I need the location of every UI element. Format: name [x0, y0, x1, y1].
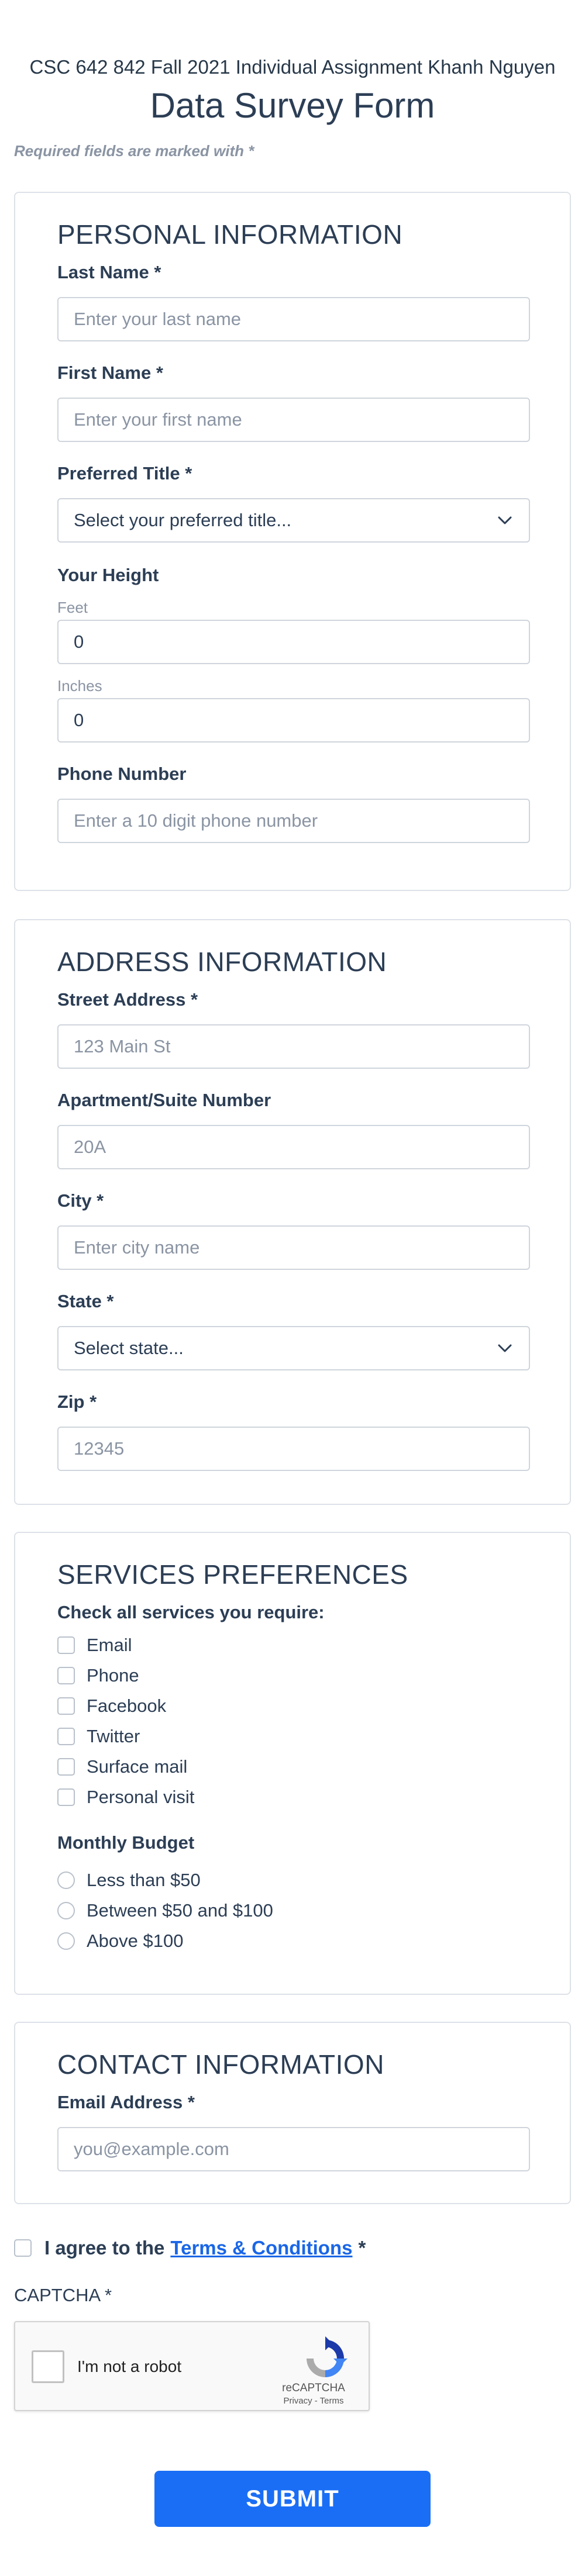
apt-label: Apartment/Suite Number — [57, 1090, 271, 1110]
city-input[interactable] — [57, 1225, 530, 1270]
services-section: SERVICES PREFERENCES Check all services … — [14, 1532, 571, 1995]
required-note: Required fields are marked with * — [14, 142, 254, 160]
feet-label: Feet — [57, 599, 88, 616]
recaptcha-text: I'm not a robot — [77, 2357, 182, 2375]
feet-input[interactable] — [57, 620, 530, 664]
last-name-label: Last Name * — [57, 262, 161, 282]
height-label: Your Height — [57, 565, 159, 585]
personal-section: PERSONAL INFORMATION Last Name * First N… — [14, 192, 571, 891]
service-option-label: Facebook — [87, 1696, 167, 1716]
budget-option-label: Above $100 — [87, 1931, 184, 1951]
budget-label: Monthly Budget — [57, 1832, 195, 1853]
service-option-label: Phone — [87, 1665, 139, 1686]
recaptcha-logo-icon — [302, 2335, 349, 2382]
service-option[interactable]: Phone — [57, 1664, 139, 1687]
inches-label: Inches — [57, 677, 102, 695]
recaptcha-widget: I'm not a robot reCAPTCHA Privacy - Term… — [14, 2321, 370, 2411]
street-label: Street Address * — [57, 989, 198, 1010]
service-option[interactable]: Surface mail — [57, 1755, 187, 1779]
checkbox[interactable] — [57, 1697, 75, 1715]
captcha-label: CAPTCHA * — [14, 2285, 112, 2305]
budget-option-label: Less than $50 — [87, 1870, 201, 1890]
service-option-label: Surface mail — [87, 1756, 188, 1777]
preferred-title-value: Select your preferred title... — [74, 510, 292, 530]
checkbox[interactable] — [57, 1636, 75, 1654]
recaptcha-brand: reCAPTCHA — [282, 2382, 345, 2394]
terms-link[interactable]: Terms & Conditions — [170, 2237, 352, 2259]
phone-label: Phone Number — [57, 764, 187, 784]
email-label: Email Address * — [57, 2092, 195, 2112]
city-label: City * — [57, 1190, 104, 1211]
street-input[interactable] — [57, 1024, 530, 1069]
service-option-label: Personal visit — [87, 1787, 195, 1807]
services-check-label: Check all services you require: — [57, 1602, 325, 1622]
service-option[interactable]: Facebook — [57, 1694, 166, 1718]
email-input[interactable] — [57, 2127, 530, 2171]
apt-input[interactable] — [57, 1125, 530, 1169]
state-value: Select state... — [74, 1338, 184, 1358]
preferred-title-select[interactable]: Select your preferred title... — [57, 498, 530, 543]
checkbox[interactable] — [57, 1758, 75, 1776]
service-option[interactable]: Email — [57, 1634, 132, 1657]
budget-option[interactable]: Between $50 and $100 — [57, 1899, 273, 1922]
address-section: ADDRESS INFORMATION Street Address * Apa… — [14, 919, 571, 1505]
last-name-input[interactable] — [57, 297, 530, 341]
inches-input[interactable] — [57, 698, 530, 743]
radio[interactable] — [57, 1871, 75, 1889]
state-select[interactable]: Select state... — [57, 1326, 530, 1370]
section-title: CONTACT INFORMATION — [57, 2049, 384, 2080]
zip-label: Zip * — [57, 1391, 97, 1412]
zip-input[interactable] — [57, 1427, 530, 1471]
terms-row: I agree to the Terms & Conditions * — [14, 2237, 366, 2259]
state-label: State * — [57, 1291, 114, 1311]
terms-checkbox[interactable] — [14, 2239, 32, 2257]
service-option-label: Email — [87, 1635, 132, 1655]
radio[interactable] — [57, 1902, 75, 1919]
preferred-title-label: Preferred Title * — [57, 463, 192, 484]
service-option[interactable]: Twitter — [57, 1725, 140, 1748]
recaptcha-checkbox[interactable] — [32, 2350, 64, 2383]
checkbox[interactable] — [57, 1667, 75, 1684]
terms-required-mark: * — [358, 2237, 366, 2259]
first-name-input[interactable] — [57, 398, 530, 442]
section-title: PERSONAL INFORMATION — [57, 219, 403, 250]
phone-input[interactable] — [57, 799, 530, 843]
radio[interactable] — [57, 1932, 75, 1950]
terms-prefix: I agree to the — [44, 2237, 165, 2259]
budget-option[interactable]: Less than $50 — [57, 1869, 201, 1892]
page-title: Data Survey Form — [150, 86, 435, 125]
chevron-down-icon — [496, 512, 514, 529]
section-title: ADDRESS INFORMATION — [57, 947, 387, 977]
chevron-down-icon — [496, 1339, 514, 1357]
recaptcha-links[interactable]: Privacy - Terms — [267, 2396, 360, 2406]
section-title: SERVICES PREFERENCES — [57, 1559, 408, 1590]
first-name-label: First Name * — [57, 362, 163, 383]
course-line: CSC 642 842 Fall 2021 Individual Assignm… — [29, 56, 556, 78]
submit-button[interactable]: SUBMIT — [154, 2471, 431, 2527]
checkbox[interactable] — [57, 1788, 75, 1806]
checkbox[interactable] — [57, 1728, 75, 1745]
budget-option-label: Between $50 and $100 — [87, 1900, 273, 1921]
contact-section: CONTACT INFORMATION Email Address * — [14, 2022, 571, 2204]
service-option-label: Twitter — [87, 1726, 140, 1746]
service-option[interactable]: Personal visit — [57, 1786, 194, 1809]
budget-option[interactable]: Above $100 — [57, 1929, 183, 1953]
